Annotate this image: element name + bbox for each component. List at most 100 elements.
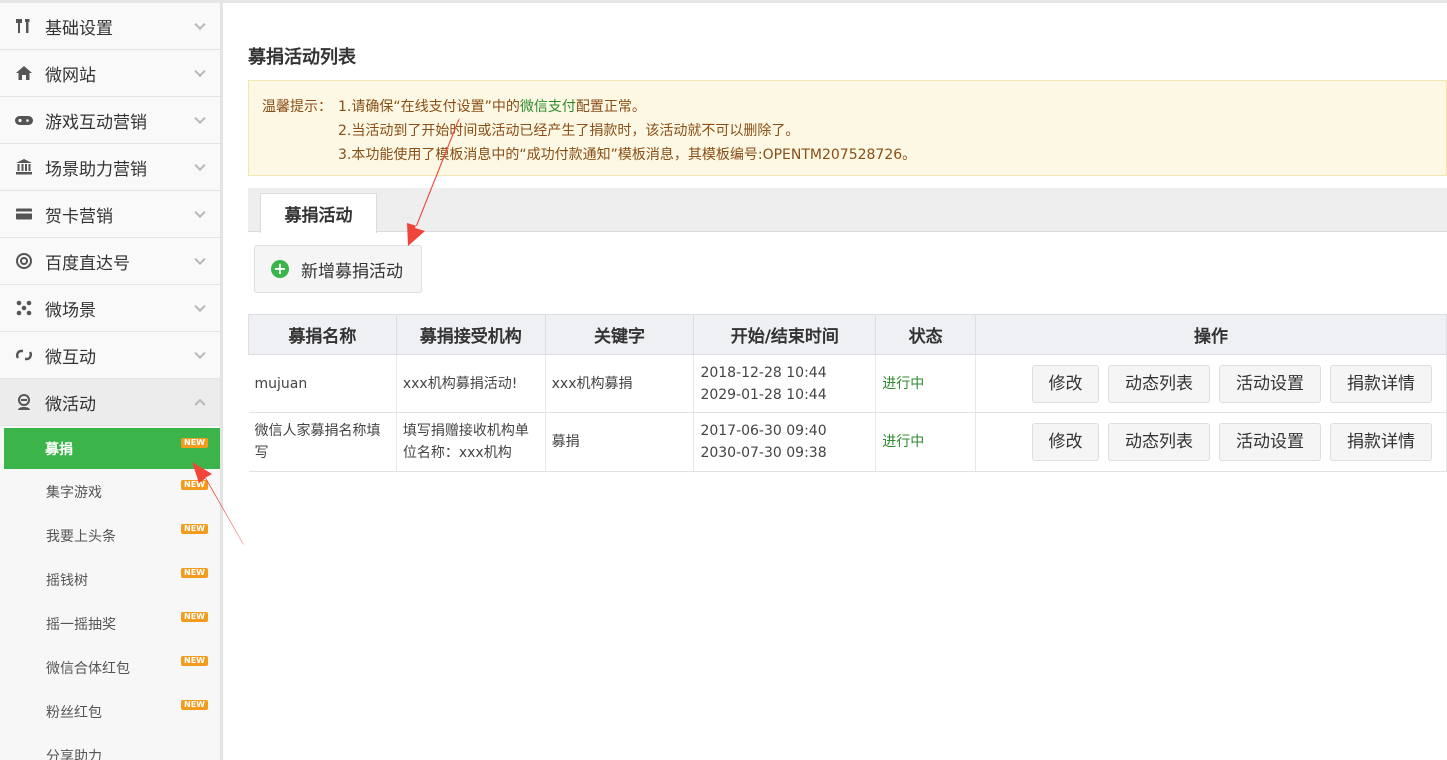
menu-label: 场景助力营销: [45, 159, 147, 180]
submenu-label: 微信合体红包: [46, 661, 130, 677]
new-badge: NEW: [181, 480, 208, 490]
column-header: 状态: [875, 314, 977, 355]
chevron-down-icon: [194, 253, 206, 266]
cell-org: 填写捐赠接收机构单位名称：xxx机构: [396, 412, 546, 472]
cell-keyword: xxx机构募捐: [545, 354, 695, 413]
bank-icon: [14, 157, 34, 177]
new-badge: NEW: [181, 568, 208, 578]
tab-bar: 募捐活动: [248, 188, 1447, 233]
cell-time: 2018-12-28 10:44 2029-01-28 10:44: [693, 354, 877, 413]
new-badge: NEW: [181, 524, 208, 534]
chevron-down-icon: [194, 18, 206, 31]
notice-box: 温馨提示： 1.请确保“在线支付设置”中的微信支付配置正常。 2.当活动到了开始…: [248, 80, 1447, 176]
donation-details-button[interactable]: 捐款详情: [1330, 423, 1432, 461]
chevron-down-icon: [194, 206, 206, 219]
card-icon: [14, 204, 34, 224]
link-icon: [14, 345, 34, 365]
chevron-down-icon: [194, 159, 206, 172]
menu-label: 微网站: [45, 65, 96, 86]
menu-label: 微场景: [45, 300, 96, 321]
column-header: 募捐接受机构: [395, 314, 546, 355]
menu-item-basic-settings[interactable]: 基础设置: [0, 3, 220, 50]
menu-label: 基础设置: [45, 18, 113, 39]
at-icon: [14, 251, 34, 271]
new-badge: NEW: [181, 438, 208, 448]
submenu-label: 募捐: [45, 441, 73, 458]
submenu-item-fans-redpacket[interactable]: 粉丝红包 NEW: [0, 690, 220, 734]
molecule-icon: [14, 298, 34, 318]
add-donation-label: 新增募捐活动: [301, 261, 403, 282]
cell-actions: 修改 动态列表 活动设置 捐款详情: [975, 354, 1447, 413]
chevron-down-icon: [194, 347, 206, 360]
column-header: 开始/结束时间: [693, 314, 877, 355]
status-badge: 进行中: [875, 412, 977, 472]
end-time: 2029-01-28 10:44: [700, 386, 827, 403]
cell-org: xxx机构募捐活动!: [396, 354, 546, 413]
menu-item-scene-marketing[interactable]: 场景助力营销: [0, 144, 220, 191]
new-badge: NEW: [181, 612, 208, 622]
sidebar: 基础设置 微网站 游戏互动营销 场景助力营销 贺卡营销 百度直达号 微场景 微互…: [0, 3, 223, 760]
new-badge: NEW: [181, 700, 208, 710]
submenu-item-share-boost[interactable]: 分享助力: [0, 734, 220, 760]
column-header: 募捐名称: [248, 314, 397, 355]
donation-table: 募捐名称 募捐接受机构 关键字 开始/结束时间 状态 操作 mujuan xxx…: [248, 314, 1447, 472]
menu-item-micro-site[interactable]: 微网站: [0, 50, 220, 97]
cell-name: mujuan: [248, 354, 397, 413]
end-time: 2030-07-30 09:38: [700, 445, 827, 461]
chevron-down-icon: [194, 65, 206, 78]
plus-circle-icon: +: [271, 260, 289, 278]
submenu-label: 摇钱树: [46, 573, 88, 589]
submenu-label: 粉丝红包: [46, 705, 102, 721]
submenu-item-headline[interactable]: 我要上头条 NEW: [0, 514, 220, 558]
table-row: mujuan xxx机构募捐活动! xxx机构募捐 2018-12-28 10:…: [248, 354, 1447, 413]
menu-item-card-marketing[interactable]: 贺卡营销: [0, 191, 220, 238]
notice-line-1: 1.请确保“在线支付设置”中的微信支付配置正常。: [338, 99, 646, 115]
status-badge: 进行中: [875, 354, 977, 413]
cell-name: 微信人家募捐名称填写: [248, 412, 397, 472]
start-time: 2017-06-30 09:40: [700, 423, 827, 439]
activity-log-button[interactable]: 动态列表: [1108, 364, 1210, 403]
menu-label: 微活动: [45, 394, 96, 415]
activity-settings-button[interactable]: 活动设置: [1219, 423, 1321, 461]
activity-log-button[interactable]: 动态列表: [1108, 423, 1210, 461]
menu-item-micro-scene[interactable]: 微场景: [0, 285, 220, 332]
notice-lead: 温馨提示：: [262, 99, 332, 115]
column-header: 关键字: [544, 314, 695, 355]
chevron-down-icon: [194, 112, 206, 125]
menu-item-micro-interaction[interactable]: 微互动: [0, 332, 220, 379]
new-badge: NEW: [181, 656, 208, 666]
cell-keyword: 募捐: [545, 412, 695, 472]
activity-settings-button[interactable]: 活动设置: [1219, 364, 1321, 403]
notice-line-2: 2.当活动到了开始时间或活动已经产生了捐款时，该活动就不可以删除了。: [338, 123, 800, 139]
menu-label: 贺卡营销: [45, 206, 113, 227]
menu-label: 游戏互动营销: [45, 112, 147, 133]
submenu-item-word-collect[interactable]: 集字游戏 NEW: [0, 470, 220, 514]
table-row: 微信人家募捐名称填写 填写捐赠接收机构单位名称：xxx机构 募捐 2017-06…: [248, 412, 1447, 472]
start-time: 2018-12-28 10:44: [700, 364, 827, 381]
menu-item-baidu-direct[interactable]: 百度直达号: [0, 238, 220, 285]
chevron-up-icon: [194, 398, 206, 411]
submenu-item-combined-redpacket[interactable]: 微信合体红包 NEW: [0, 646, 220, 690]
notice-line-3: 3.本功能使用了模板消息中的“成功付款通知”模板消息，其模板编号:OPENTM2…: [338, 147, 917, 163]
donation-details-button[interactable]: 捐款详情: [1330, 364, 1432, 403]
submenu-label: 分享助力: [46, 749, 102, 760]
menu-item-micro-activity[interactable]: 微活动: [0, 379, 220, 426]
menu-item-game-marketing[interactable]: 游戏互动营销: [0, 97, 220, 144]
submenu-label: 摇一摇抽奖: [46, 617, 116, 633]
gamepad-icon: [14, 110, 34, 130]
column-header: 操作: [975, 314, 1447, 355]
add-donation-button[interactable]: + 新增募捐活动: [254, 245, 422, 293]
menu-label: 百度直达号: [45, 253, 130, 274]
submenu-item-donation[interactable]: 募捐 NEW: [4, 428, 220, 469]
cell-time: 2017-06-30 09:40 2030-07-30 09:38: [693, 412, 877, 472]
tab-donation-activity[interactable]: 募捐活动: [260, 193, 377, 233]
edit-button[interactable]: 修改: [1032, 364, 1099, 403]
wechat-pay-link[interactable]: 微信支付: [520, 99, 576, 115]
edit-button[interactable]: 修改: [1032, 423, 1099, 461]
submenu-item-money-tree[interactable]: 摇钱树 NEW: [0, 558, 220, 602]
submenu-item-shake-lottery[interactable]: 摇一摇抽奖 NEW: [0, 602, 220, 646]
home-icon: [14, 63, 34, 83]
submenu-label: 集字游戏: [46, 485, 102, 501]
submenu-label: 我要上头条: [46, 529, 116, 545]
table-header-row: 募捐名称 募捐接受机构 关键字 开始/结束时间 状态 操作: [248, 314, 1447, 355]
